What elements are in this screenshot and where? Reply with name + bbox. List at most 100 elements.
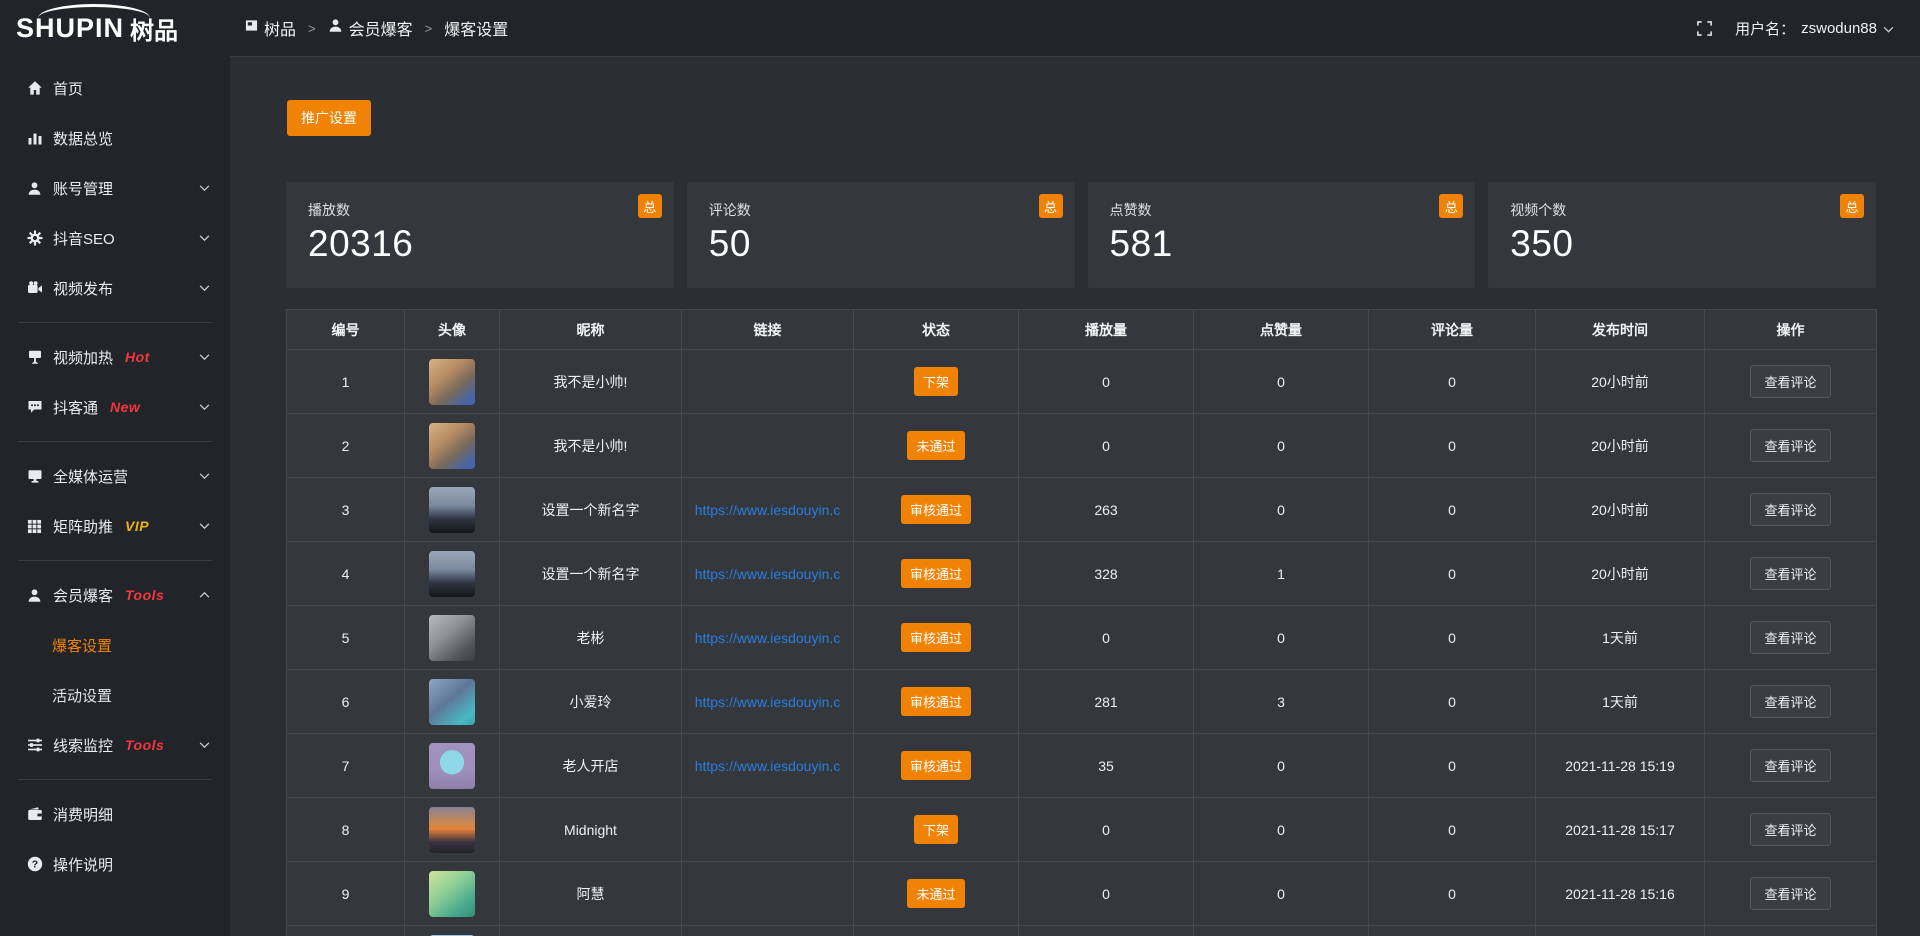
video-link[interactable]: https://www.iesdouyin.c xyxy=(695,758,841,774)
chevron-down-icon xyxy=(199,404,210,411)
nickname: 设置一个新名字 xyxy=(542,502,640,518)
cell-time: 20小时前 xyxy=(1536,350,1705,414)
breadcrumb-item-shupin[interactable]: 树品 xyxy=(245,16,296,40)
video-link[interactable]: https://www.iesdouyin.c xyxy=(695,630,841,646)
cell-status: 审核通过 xyxy=(854,478,1019,542)
sidebar-item-operation-guide[interactable]: ?操作说明 xyxy=(0,839,230,889)
username-menu[interactable]: 用户名：zswodun88 xyxy=(1735,18,1894,39)
video-link[interactable]: https://www.iesdouyin.c xyxy=(695,694,841,710)
camera-icon xyxy=(26,280,43,297)
status-badge: 审核通过 xyxy=(901,623,971,652)
cell-time: 1天前 xyxy=(1536,606,1705,670)
stat-card-label: 点赞数 xyxy=(1110,200,1476,220)
cell-avatar xyxy=(405,926,500,936)
sidebar-subitem-baoke-settings[interactable]: 爆客设置 xyxy=(0,620,230,670)
sidebar-item-consumption-detail[interactable]: 消费明细 xyxy=(0,789,230,839)
nickname: 阿慧 xyxy=(577,886,605,902)
row-id: 1 xyxy=(342,374,350,390)
cell-link xyxy=(682,798,854,862)
sidebar-subitem-activity-settings[interactable]: 活动设置 xyxy=(0,670,230,720)
chat-icon xyxy=(26,399,43,416)
topbar-right: 用户名：zswodun88 xyxy=(1696,18,1894,39)
view-comments-button[interactable]: 查看评论 xyxy=(1750,621,1830,654)
table-row: 6小爱玲https://www.iesdouyin.c审核通过281301天前查… xyxy=(287,670,1877,734)
cell-plays xyxy=(1019,926,1194,936)
view-comments-button[interactable]: 查看评论 xyxy=(1750,685,1830,718)
stat-card-value: 350 xyxy=(1510,223,1876,265)
value-likes: 0 xyxy=(1277,630,1285,646)
row-id: 6 xyxy=(342,694,350,710)
sidebar-item-home[interactable]: 首页 xyxy=(0,63,230,113)
cell-avatar xyxy=(405,734,500,798)
chevron-down-icon xyxy=(199,742,210,749)
status-badge: 审核通过 xyxy=(901,495,971,524)
cell-action xyxy=(1705,926,1877,936)
sidebar-item-label: 全媒体运营 xyxy=(53,466,128,487)
breadcrumb-item-baoke-settings[interactable]: 爆客设置 xyxy=(444,16,508,40)
sidebar-item-video-heat[interactable]: 视频加热Hot xyxy=(0,332,230,382)
cell-link: https://www.iesdouyin.c xyxy=(682,478,854,542)
view-comments-button[interactable]: 查看评论 xyxy=(1750,749,1830,782)
breadcrumb-item-member-baoke[interactable]: 会员爆客 xyxy=(328,16,413,40)
cell-action: 查看评论 xyxy=(1705,606,1877,670)
view-comments-button[interactable]: 查看评论 xyxy=(1750,365,1830,398)
logo: SHUPIN 树品 xyxy=(0,0,230,57)
breadcrumb-separator: > xyxy=(306,21,318,36)
svg-text:?: ? xyxy=(31,859,37,871)
avatar xyxy=(429,615,475,661)
video-link[interactable]: https://www.iesdouyin.c xyxy=(695,502,841,518)
value-plays: 35 xyxy=(1098,758,1114,774)
row-id: 4 xyxy=(342,566,350,582)
sidebar-item-member-baoke[interactable]: 会员爆客Tools xyxy=(0,570,230,620)
table-row: 3设置一个新名字https://www.iesdouyin.c审核通过26300… xyxy=(287,478,1877,542)
avatar xyxy=(429,679,475,725)
chevron-up-icon xyxy=(199,592,210,599)
cell-id: 4 xyxy=(287,542,405,606)
cell-plays: 35 xyxy=(1019,734,1194,798)
sidebar-item-badge: Tools xyxy=(125,737,164,753)
video-link[interactable]: https://www.iesdouyin.c xyxy=(695,566,841,582)
sidebar-item-clue-monitor[interactable]: 线索监控Tools xyxy=(0,720,230,770)
view-comments-button[interactable]: 查看评论 xyxy=(1750,557,1830,590)
value-likes: 1 xyxy=(1277,566,1285,582)
column-header: 发布时间 xyxy=(1536,310,1705,350)
cell-status: 审核通过 xyxy=(854,542,1019,606)
cell-status: 审核通过 xyxy=(854,734,1019,798)
cell-nickname: 小爱玲 xyxy=(500,670,682,734)
sidebar-item-all-media-operation[interactable]: 全媒体运营 xyxy=(0,451,230,501)
status-badge: 未通过 xyxy=(907,879,964,908)
stat-card-3: 视频个数总350 xyxy=(1488,182,1876,288)
cell-nickname xyxy=(500,926,682,936)
cell-avatar xyxy=(405,478,500,542)
view-comments-button[interactable]: 查看评论 xyxy=(1750,493,1830,526)
avatar xyxy=(429,743,475,789)
sidebar-item-matrix-boost[interactable]: 矩阵助推VIP xyxy=(0,501,230,551)
view-comments-button[interactable]: 查看评论 xyxy=(1750,877,1830,910)
view-comments-button[interactable]: 查看评论 xyxy=(1750,429,1830,462)
total-badge: 总 xyxy=(1840,194,1864,218)
cell-comments: 0 xyxy=(1369,350,1536,414)
sidebar-item-data-overview[interactable]: 数据总览 xyxy=(0,113,230,163)
fullscreen-icon[interactable] xyxy=(1696,20,1713,37)
sidebar-item-douyin-seo[interactable]: 抖音SEO xyxy=(0,213,230,263)
promo-settings-button[interactable]: 推广设置 xyxy=(286,99,372,137)
sidebar-item-account-management[interactable]: 账号管理 xyxy=(0,163,230,213)
cell-link: https://www.iesdouyin.c xyxy=(682,670,854,734)
cell-comments: 0 xyxy=(1369,862,1536,926)
table-row: 2我不是小帅!未通过00020小时前查看评论 xyxy=(287,414,1877,478)
user-icon xyxy=(328,18,343,38)
cell-time: 2021-11-28 15:19 xyxy=(1536,734,1705,798)
value-likes: 0 xyxy=(1277,758,1285,774)
sidebar-item-video-publish[interactable]: 视频发布 xyxy=(0,263,230,313)
gear-icon xyxy=(26,230,43,247)
view-comments-button[interactable]: 查看评论 xyxy=(1750,813,1830,846)
cell-action: 查看评论 xyxy=(1705,350,1877,414)
table-body: 1我不是小帅!下架00020小时前查看评论2我不是小帅!未通过00020小时前查… xyxy=(287,350,1877,936)
value-plays: 0 xyxy=(1102,630,1110,646)
value-likes: 0 xyxy=(1277,374,1285,390)
sliders-icon xyxy=(26,737,43,754)
avatar xyxy=(429,423,475,469)
value-plays: 0 xyxy=(1102,374,1110,390)
sidebar-item-douketong[interactable]: 抖客通New xyxy=(0,382,230,432)
cell-id: 9 xyxy=(287,862,405,926)
